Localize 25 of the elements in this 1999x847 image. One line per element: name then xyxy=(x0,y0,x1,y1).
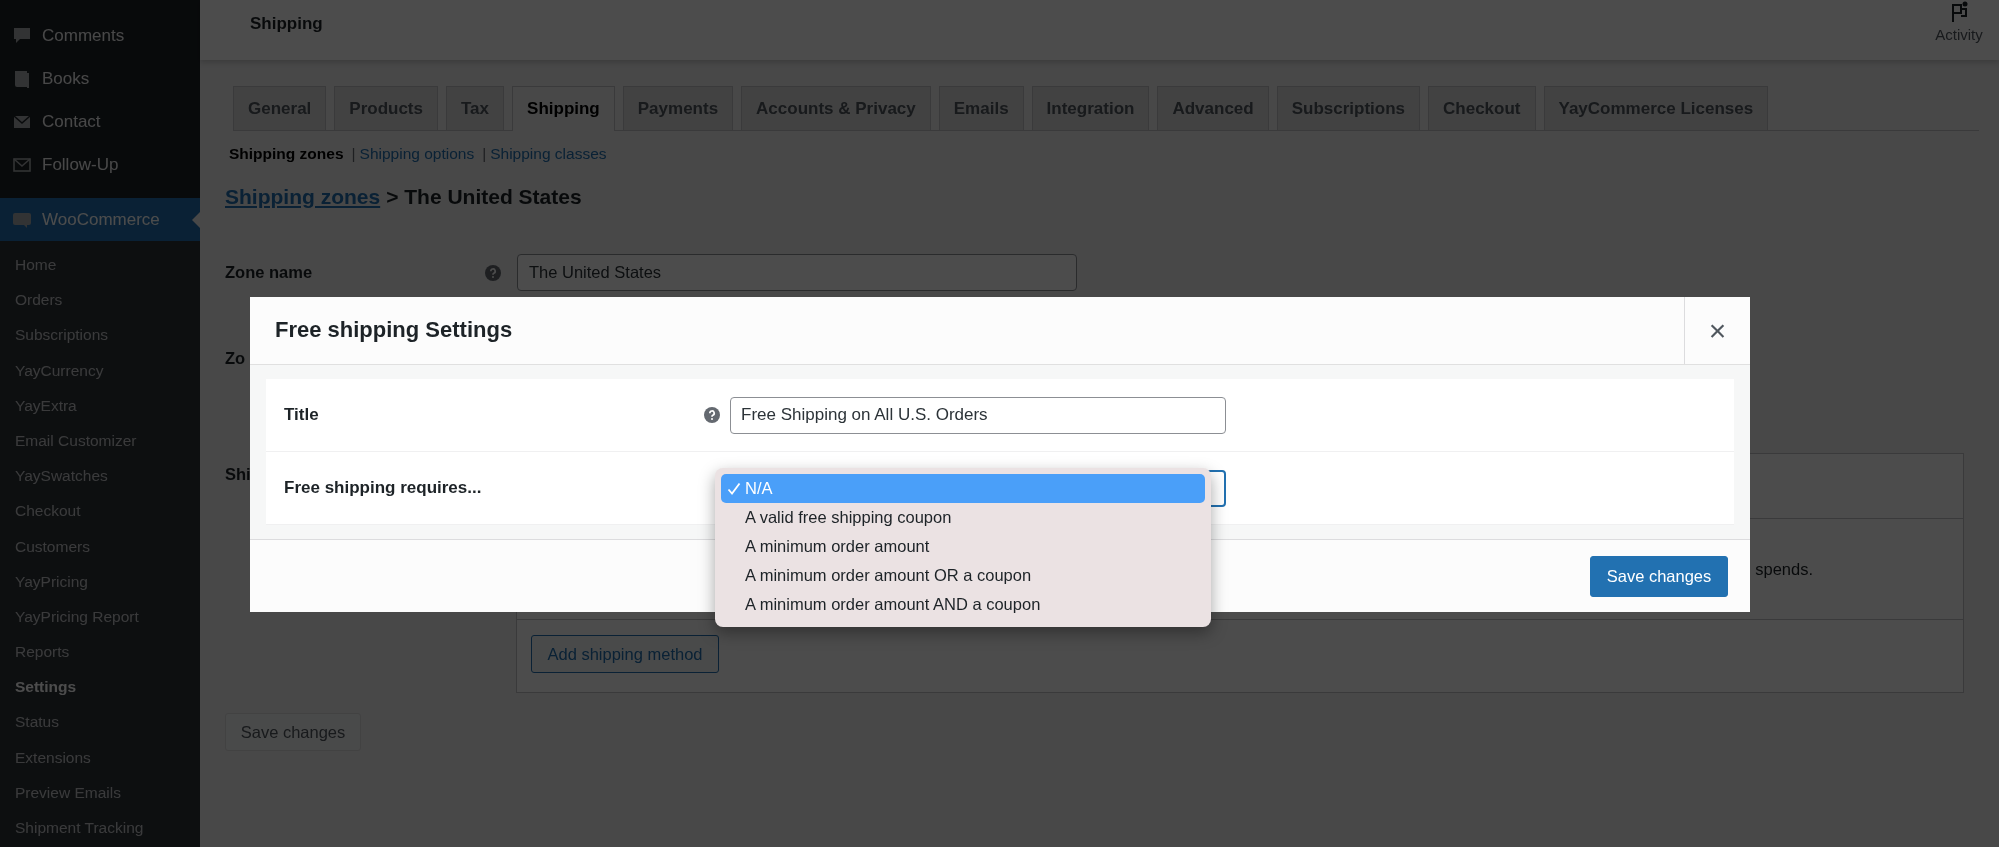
dropdown-option[interactable]: A minimum order amount xyxy=(721,532,1205,561)
title-field[interactable]: Free Shipping on All U.S. Orders xyxy=(730,396,1226,434)
help-icon xyxy=(704,407,720,423)
subnav-link[interactable]: Shipping classes xyxy=(490,145,607,163)
field-label: Zo xyxy=(225,348,246,367)
dropdown-option[interactable]: N/A xyxy=(721,474,1205,503)
breadcrumb-current: > The United States xyxy=(386,185,582,209)
separator: | xyxy=(351,145,356,163)
dropdown-option[interactable]: A valid free shipping coupon xyxy=(721,503,1205,532)
field-label: Shi xyxy=(225,465,251,483)
modal-title: Free shipping Settings xyxy=(274,316,514,344)
separator: | xyxy=(482,145,487,163)
field-label: Title xyxy=(284,405,320,425)
field-label: Free shipping requires... xyxy=(284,478,483,498)
dropdown-option[interactable]: A minimum order amount OR a coupon xyxy=(721,561,1205,590)
subnav-link[interactable]: Shipping options xyxy=(359,145,475,163)
close-button[interactable]: × xyxy=(1684,297,1750,364)
table-text: spends. xyxy=(1755,559,1813,579)
field-label: Zone name xyxy=(225,263,313,281)
subnav-link[interactable]: Shipping zones xyxy=(229,145,344,163)
dropdown-option[interactable]: A minimum order amount AND a coupon xyxy=(721,590,1205,619)
save-changes-button[interactable]: Save changes xyxy=(1590,555,1728,597)
check-icon xyxy=(727,481,741,496)
page-title: Shipping xyxy=(250,14,323,35)
breadcrumb-link[interactable]: Shipping zones xyxy=(225,185,381,209)
